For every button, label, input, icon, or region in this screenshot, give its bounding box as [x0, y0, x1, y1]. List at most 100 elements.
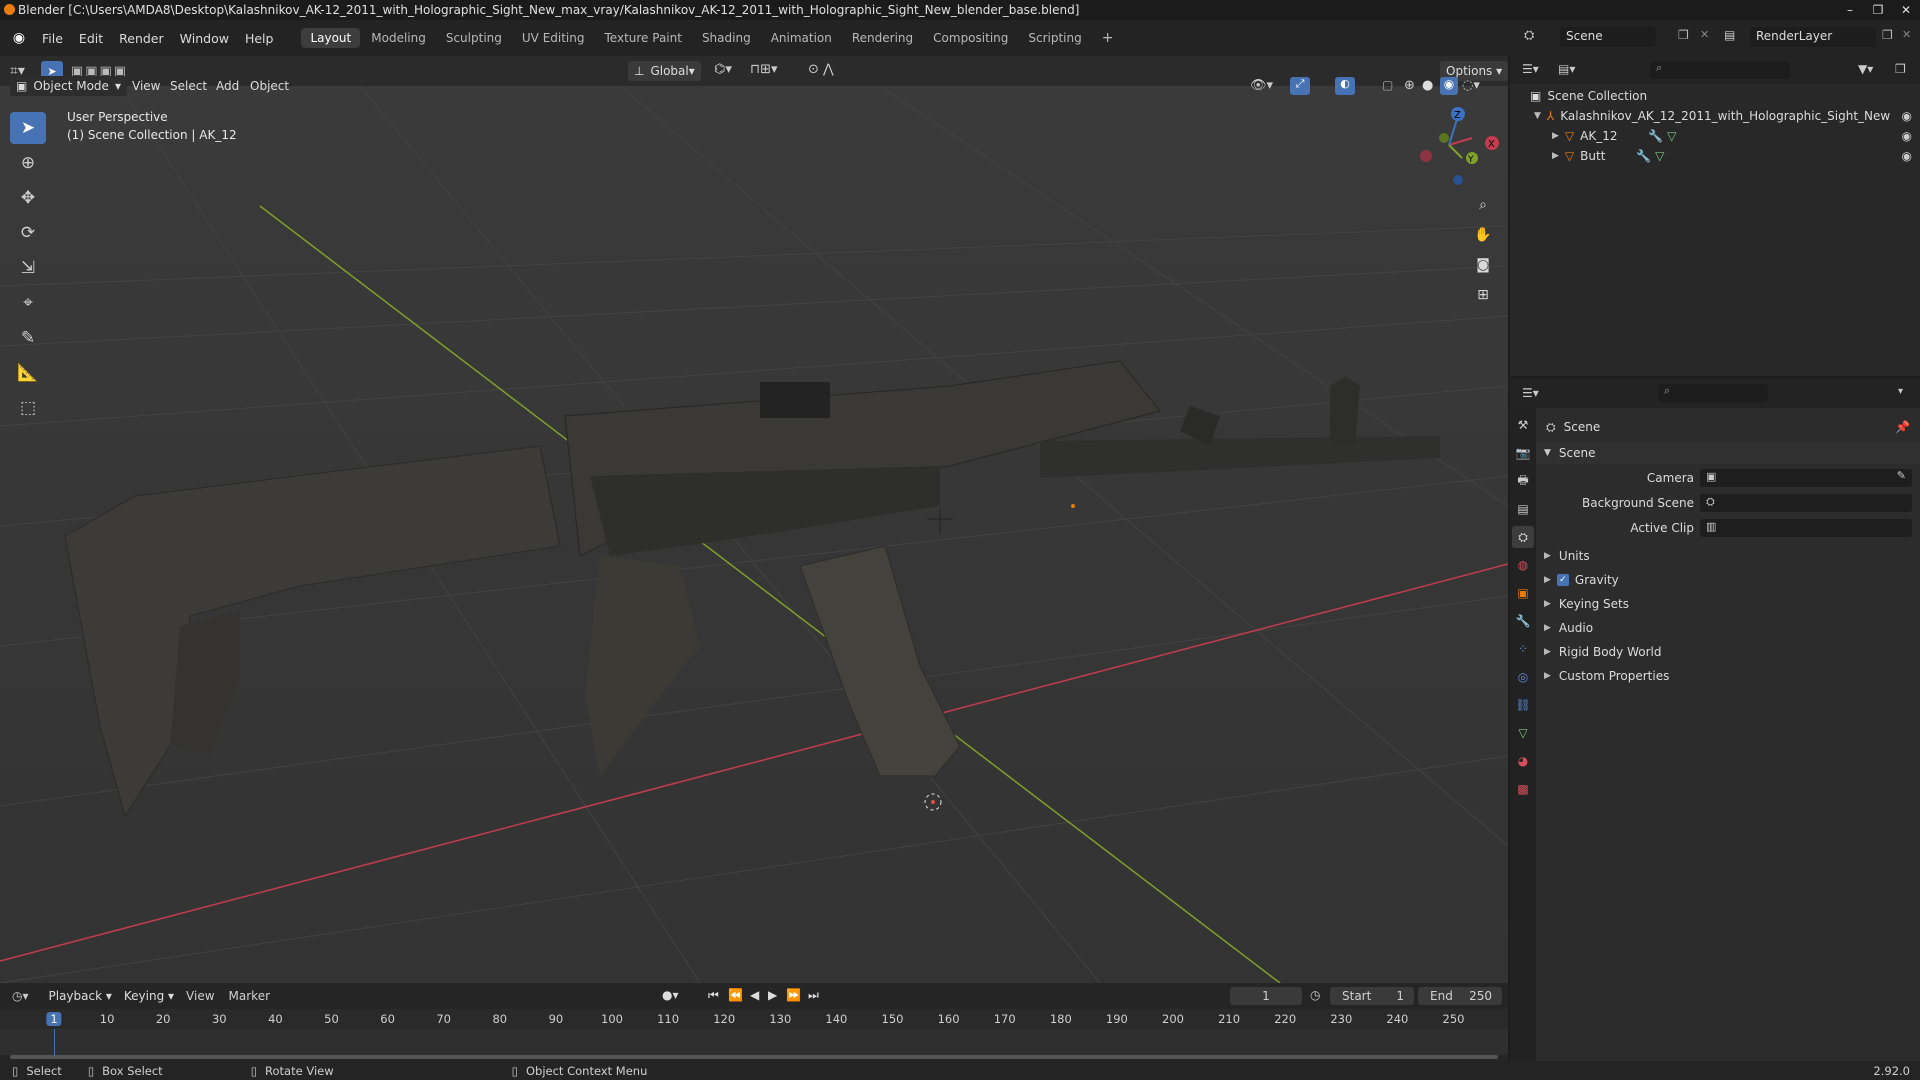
menu-view[interactable]: View	[132, 79, 160, 93]
expand-arrow-icon[interactable]: ▶	[1552, 131, 1559, 141]
menu-window[interactable]: Window	[172, 31, 237, 46]
play-reverse-button[interactable]: ◀	[750, 988, 759, 1002]
outliner-row-scene-collection[interactable]: ▣ Scene Collection	[1510, 86, 1920, 106]
zoom-icon[interactable]: ⌕	[1470, 192, 1496, 218]
expand-arrow-icon[interactable]: ▶	[1552, 151, 1559, 161]
scene-panel-header[interactable]: ▼ Scene	[1536, 442, 1920, 464]
audio-section[interactable]: ▶ Audio	[1536, 617, 1920, 639]
delete-renderlayer-icon[interactable]: ✕	[1902, 28, 1911, 41]
scene-icon[interactable]: ⛭	[1524, 28, 1534, 43]
outliner-row-ak12[interactable]: ▶ ▽ AK_12 🔧 ▽ ◉	[1510, 126, 1920, 146]
ortho-toggle-icon[interactable]: ⊞	[1470, 282, 1496, 308]
object-mode-dropdown[interactable]: ▣ Object Mode ▾	[10, 76, 127, 96]
output-tab-icon[interactable]: 🖶	[1512, 470, 1534, 492]
section-expand-icon[interactable]: ▶	[1544, 647, 1551, 657]
xray-icon[interactable]: ▢	[1382, 78, 1393, 92]
tab-sculpting[interactable]: Sculpting	[437, 28, 511, 48]
visibility-eye-icon[interactable]: ◉	[1902, 109, 1912, 123]
gizmo-toggle-icon[interactable]: ⤢	[1290, 77, 1310, 95]
view-layer-tab-icon[interactable]: ▤	[1512, 498, 1534, 520]
keying-dropdown[interactable]: Keying ▾	[118, 986, 180, 1006]
current-frame-field[interactable]: 1	[1230, 987, 1302, 1005]
viewport-3d[interactable]: X Y Z User Perspective (1) Scene Collect…	[0, 86, 1508, 983]
texture-tab-icon[interactable]: ▩	[1512, 778, 1534, 800]
pan-icon[interactable]: ✋	[1470, 222, 1496, 248]
rigid-body-world-section[interactable]: ▶ Rigid Body World	[1536, 641, 1920, 663]
visibility-eye-icon[interactable]: ◉	[1902, 129, 1912, 143]
tab-texture-paint[interactable]: Texture Paint	[596, 28, 691, 48]
new-collection-icon[interactable]: ❐	[1895, 62, 1906, 76]
tab-layout[interactable]: Layout	[301, 28, 361, 48]
gizmo-neg-y-icon[interactable]	[1439, 133, 1449, 143]
overlay-toggle-icon[interactable]: ◐	[1335, 77, 1355, 95]
wireframe-shading-icon[interactable]: ⊕	[1404, 78, 1415, 93]
outliner-editor-icon[interactable]: ☰▾	[1522, 62, 1539, 76]
section-expand-icon[interactable]: ▶	[1544, 551, 1551, 561]
menu-help[interactable]: Help	[237, 31, 282, 46]
minimize-button[interactable]: –	[1836, 0, 1864, 20]
end-frame-field[interactable]: End 250	[1418, 987, 1502, 1005]
cursor-tool-icon[interactable]: ⊕	[10, 147, 46, 179]
solid-shading-icon[interactable]: ●	[1422, 78, 1433, 93]
modifier-tab-icon[interactable]: 🔧	[1512, 610, 1534, 632]
scene-tab-icon[interactable]: ⛭	[1512, 526, 1534, 548]
measure-tool-icon[interactable]: 📐	[10, 357, 46, 389]
tab-animation[interactable]: Animation	[762, 28, 841, 48]
collapse-arrow-icon[interactable]: ▼	[1534, 111, 1541, 121]
visibility-eye-icon[interactable]: ◉	[1902, 149, 1912, 163]
tab-scripting[interactable]: Scripting	[1019, 28, 1090, 48]
timeline-editor-icon[interactable]: ◷▾	[12, 989, 29, 1003]
properties-search-input[interactable]: ⌕	[1658, 384, 1768, 402]
section-expand-icon[interactable]: ▶	[1544, 671, 1551, 681]
timeline-menu-view[interactable]: View	[186, 989, 214, 1003]
play-button[interactable]: ▶	[768, 988, 777, 1002]
new-renderlayer-icon[interactable]: ❐	[1882, 28, 1893, 42]
select-tool-icon[interactable]: ➤	[10, 112, 46, 144]
gizmo-neg-x-icon[interactable]	[1420, 150, 1432, 162]
keying-sets-section[interactable]: ▶ Keying Sets	[1536, 593, 1920, 615]
tab-rendering[interactable]: Rendering	[843, 28, 922, 48]
tab-modeling[interactable]: Modeling	[362, 28, 435, 48]
constraints-tab-icon[interactable]: ⛓	[1512, 694, 1534, 716]
outliner-display-mode-icon[interactable]: ▤▾	[1558, 62, 1575, 76]
jump-start-button[interactable]: ⏮	[708, 988, 719, 1003]
camera-view-icon[interactable]: ◙	[1470, 252, 1496, 278]
playback-dropdown[interactable]: Playback ▾	[43, 986, 118, 1006]
material-shading-icon[interactable]: ◉	[1440, 77, 1458, 95]
gizmo-neg-z-icon[interactable]	[1453, 175, 1463, 185]
panel-collapse-icon[interactable]: ▼	[1544, 448, 1551, 458]
snap-icon[interactable]: ⊓⊞▾	[750, 62, 778, 77]
maximize-button[interactable]: ❐	[1864, 0, 1892, 20]
menu-edit[interactable]: Edit	[71, 31, 111, 46]
data-tab-icon[interactable]: ▽	[1512, 722, 1534, 744]
properties-options-icon[interactable]: ▾	[1898, 386, 1903, 397]
delete-scene-icon[interactable]: ✕	[1700, 28, 1709, 41]
timeline-menu-marker[interactable]: Marker	[229, 989, 270, 1003]
scene-name[interactable]: Scene	[1560, 27, 1656, 47]
mesh-data-icon[interactable]: ▽	[1655, 149, 1664, 163]
visibility-icon[interactable]: 👁▾	[1250, 78, 1273, 93]
modifier-wrench-icon[interactable]: 🔧	[1648, 129, 1663, 143]
add-workspace-icon[interactable]: +	[1093, 27, 1123, 49]
pin-icon[interactable]: 📌	[1895, 420, 1910, 434]
active-clip-field[interactable]: ▥	[1700, 519, 1912, 537]
renderlayer-icon[interactable]: ▤	[1724, 28, 1735, 42]
jump-keyframe-back-button[interactable]: ⏪	[728, 988, 743, 1002]
tool-tab-icon[interactable]: ⚒	[1512, 414, 1534, 436]
record-button[interactable]: ●▾	[662, 988, 679, 1002]
blender-menu-icon[interactable]: ◉	[8, 27, 30, 49]
timeline-scrollbar[interactable]	[10, 1055, 1498, 1059]
scale-tool-icon[interactable]: ⇲	[10, 252, 46, 284]
rotate-tool-icon[interactable]: ⟳	[10, 217, 46, 249]
section-expand-icon[interactable]: ▶	[1544, 575, 1551, 585]
eyedropper-icon[interactable]: ✎	[1897, 469, 1906, 482]
menu-file[interactable]: File	[34, 31, 71, 46]
section-expand-icon[interactable]: ▶	[1544, 599, 1551, 609]
custom-properties-section[interactable]: ▶ Custom Properties	[1536, 665, 1920, 687]
rendered-shading-icon[interactable]: ◌▾	[1462, 78, 1480, 93]
world-tab-icon[interactable]: ◍	[1512, 554, 1534, 576]
particles-tab-icon[interactable]: ⁘	[1512, 638, 1534, 660]
outliner-row-collection[interactable]: ▼ ⅄ Kalashnikov_AK_12_2011_with_Holograp…	[1510, 106, 1920, 126]
playhead-line[interactable]	[54, 1029, 55, 1057]
annotate-tool-icon[interactable]: ✎	[10, 322, 46, 354]
